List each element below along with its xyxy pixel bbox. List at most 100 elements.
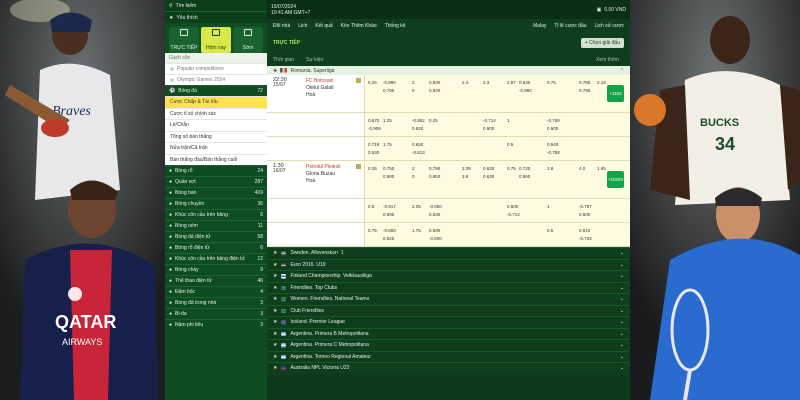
odds-value[interactable]: 0.630 xyxy=(483,165,494,172)
odds-value[interactable]: 0.720 xyxy=(519,165,530,172)
star-icon[interactable]: ★ xyxy=(273,296,277,302)
odds-value[interactable]: 0.5 xyxy=(547,227,553,234)
odds-value[interactable]: 0.590 xyxy=(429,227,440,234)
odds-value[interactable]: 0.510 xyxy=(579,227,590,234)
odds-value[interactable]: 0.820 xyxy=(429,87,440,94)
odds-value[interactable]: 0.75 xyxy=(547,79,556,86)
odds-value[interactable]: 0.690 xyxy=(383,211,394,218)
odds-value[interactable]: 1 xyxy=(547,203,550,210)
odds-value[interactable]: 0.630 xyxy=(429,211,440,218)
odds-type-select[interactable]: Tỉ lệ cược đầu xyxy=(554,23,586,29)
odds-value[interactable]: 2 xyxy=(412,79,415,86)
star-icon[interactable]: ★ xyxy=(273,250,277,256)
bet-type-item[interactable]: Tổng số bàn thắng xyxy=(165,130,267,143)
chevron-down-icon[interactable]: ⌄ xyxy=(620,331,624,337)
odds-value[interactable]: 2.3 xyxy=(483,79,489,86)
chevron-down-icon[interactable]: ⌄ xyxy=(620,308,624,314)
odds-value[interactable]: -0.769 xyxy=(547,117,560,124)
bet-type-item[interactable]: Cược tỉ số chính xác xyxy=(165,107,267,120)
sidebar-item-sport[interactable]: ● Bóng đá trong nhà 3 xyxy=(165,297,267,308)
odds-value[interactable]: -0.980 xyxy=(519,87,532,94)
suggestion-item[interactable]: Popular competitions xyxy=(165,63,267,74)
star-icon[interactable]: ★ xyxy=(273,285,277,291)
star-icon[interactable]: ★ xyxy=(273,342,277,348)
odds-value[interactable]: 0 xyxy=(412,87,415,94)
more-bets-button[interactable]: +1103 xyxy=(607,85,624,102)
bet-type-item[interactable]: Cược Chấp & Tài Xỉu xyxy=(165,96,267,108)
nav-item[interactable]: Lịch xyxy=(298,23,307,29)
odds-value[interactable]: -0.787 xyxy=(579,203,592,210)
league-row[interactable]: ★ Iceland. Premier League ⌄ xyxy=(267,316,630,328)
odds-value[interactable]: -0.714 xyxy=(483,117,496,124)
bet-type-item[interactable]: Bàn thắng đầu/Bàn thắng cuối xyxy=(165,153,267,166)
league-row[interactable]: ★ Sweden. Allsvenskan 1 ⌄ xyxy=(267,247,630,259)
tab-early[interactable]: Sớm xyxy=(233,27,263,53)
sidebar-item-sport[interactable]: ● Bóng chuyền 36 xyxy=(165,198,267,209)
odds-value[interactable]: 0.630 xyxy=(519,79,530,86)
odds-value[interactable]: 0.960 xyxy=(519,173,530,180)
odds-value[interactable]: 2.4 xyxy=(462,79,468,86)
odds-value[interactable]: -0.813 xyxy=(412,149,425,156)
odds-value[interactable]: 0 xyxy=(412,173,415,180)
league-row[interactable]: ★ Argentina. Primera B Metropolitana ⌄ xyxy=(267,327,630,339)
bet-type-item[interactable]: Lẻ/Chẵn xyxy=(165,119,267,131)
odds-value[interactable]: 0.750 xyxy=(383,165,394,172)
chevron-down-icon[interactable]: ⌄ xyxy=(620,365,624,371)
sidebar-item-sport[interactable]: ● Bóng ném 11 xyxy=(165,220,267,231)
chevron-down-icon[interactable]: ⌄ xyxy=(620,285,624,291)
chevron-down-icon[interactable]: ⌄ xyxy=(620,354,624,360)
odds-value[interactable]: 0.540 xyxy=(547,141,558,148)
star-icon[interactable]: ★ xyxy=(273,273,277,279)
odds-value[interactable]: 1 xyxy=(507,117,510,124)
odds-value[interactable]: -0.714 xyxy=(507,211,520,218)
odds-value[interactable]: 1.75 xyxy=(383,141,392,148)
odds-value[interactable]: 0.25 xyxy=(429,117,438,124)
chevron-up-icon[interactable]: ⌃ xyxy=(620,68,624,74)
nav-item[interactable]: Thống kê xyxy=(385,23,406,29)
odds-value[interactable]: -0.725 xyxy=(579,235,592,242)
odds-value[interactable]: 0.500 xyxy=(507,203,518,210)
stats-icon[interactable] xyxy=(356,78,361,83)
sidebar-item-sport[interactable]: ● Bóng đá điện tử 58 xyxy=(165,231,267,242)
suggestion-item[interactable]: Olympic Games 2024 xyxy=(165,74,267,85)
sidebar-search[interactable]: ⚲ Tìm kiếm xyxy=(165,0,267,11)
sidebar-item-sport[interactable]: ● Năm phi tiêu 3 xyxy=(165,319,267,330)
odds-value[interactable]: 0.520 xyxy=(383,235,394,242)
odds-value[interactable]: -0.990 xyxy=(383,79,396,86)
odds-value[interactable]: 0.75 xyxy=(368,227,377,234)
sidebar-item-sport[interactable]: ● Bóng rổ điện tử 6 xyxy=(165,242,267,253)
odds-value[interactable]: 2.8 xyxy=(547,165,553,172)
odds-value[interactable]: 0.790 xyxy=(579,87,590,94)
odds-value[interactable]: 0.790 xyxy=(383,87,394,94)
odds-value[interactable]: 3.8 xyxy=(462,173,468,180)
odds-value[interactable]: 2.87 xyxy=(507,79,516,86)
league-row[interactable]: ★ Argentina. Primera C Metropolitana ⌄ xyxy=(267,339,630,351)
odds-value[interactable]: 0.780 xyxy=(579,79,590,86)
odds-value[interactable]: 0.830 xyxy=(429,79,440,86)
sidebar-item-sport[interactable]: ● Thể thao điện tử 46 xyxy=(165,275,267,286)
sidebar-item-sport[interactable]: ● Khúc côn cầu trên băng 6 xyxy=(165,209,267,220)
odds-value[interactable]: 1.95 xyxy=(597,165,606,172)
odds-value[interactable]: -0.050 xyxy=(429,203,442,210)
tab-today[interactable]: Hôm nay xyxy=(201,27,231,53)
odds-value[interactable]: 4.0 xyxy=(579,165,585,172)
odds-value[interactable]: 0.5 xyxy=(507,141,513,148)
sidebar-favorites[interactable]: ★ Yêu thích xyxy=(165,11,267,23)
sidebar-item-football[interactable]: ⚽ Bóng đá 72 xyxy=(165,85,267,96)
odds-value[interactable]: 1.25 xyxy=(383,117,392,124)
league-row[interactable]: ★ Friendlies. Top Clubs ⌄ xyxy=(267,281,630,293)
choose-league-button[interactable]: + Chọn giải đấu xyxy=(580,38,624,48)
chevron-down-icon[interactable]: ⌄ xyxy=(620,273,624,279)
odds-value[interactable]: 1.75 xyxy=(412,227,421,234)
chevron-down-icon[interactable]: ⌄ xyxy=(620,262,624,268)
chevron-down-icon[interactable]: ⌄ xyxy=(620,296,624,302)
chevron-down-icon[interactable]: ⌄ xyxy=(620,250,624,256)
balance[interactable]: ▣ 0.00 VND xyxy=(597,7,626,13)
star-icon[interactable]: ★ xyxy=(273,308,277,314)
league-row[interactable]: ★ Argentina. Torneo Regional Amateur ⌄ xyxy=(267,350,630,362)
odds-value[interactable]: 2.15 xyxy=(597,79,606,86)
odds-value[interactable]: 0.25 xyxy=(368,165,377,172)
odds-value[interactable]: 0.500 xyxy=(547,125,558,132)
odds-value[interactable]: -0.862 xyxy=(412,117,425,124)
league-row[interactable]: ★ Finland Championship. Veikkausliiga ⌄ xyxy=(267,270,630,282)
